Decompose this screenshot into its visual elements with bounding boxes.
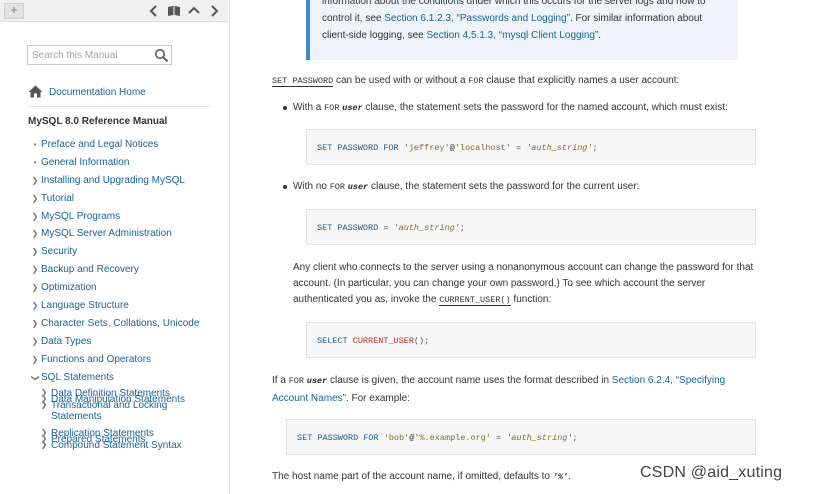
toc-item[interactable]: ❯ MySQL Server Administration xyxy=(28,225,223,243)
list-bullet xyxy=(283,106,287,110)
sidebar-scrollbar[interactable] xyxy=(229,0,230,160)
list-item-text: With no FOR user clause, the statement s… xyxy=(293,181,640,192)
chevron-right-icon[interactable]: ❯ xyxy=(31,243,39,261)
watermark: CSDN @aid_xuting xyxy=(640,464,783,481)
expand-toggle-button[interactable]: + xyxy=(4,3,24,19)
chevron-right-icon[interactable]: ❯ xyxy=(40,400,48,409)
paragraph: The host name part of the account name, … xyxy=(272,471,571,482)
toc-item[interactable]: ❯ Optimization xyxy=(28,279,223,297)
note-line: information about the conditions under w… xyxy=(322,0,706,7)
documentation-home-link[interactable]: Documentation Home xyxy=(49,85,146,100)
toc-item[interactable]: ❯ Installing and Upgrading MySQL xyxy=(28,172,223,190)
bullet-icon: • xyxy=(33,157,37,167)
toc-list: • Preface and Legal Notices • General Info… xyxy=(28,136,223,386)
note-box: information about the conditions under w… xyxy=(306,0,738,60)
chevron-right-icon[interactable]: ❯ xyxy=(31,190,39,208)
code-set-password[interactable]: SET PASSWORD xyxy=(272,76,334,87)
toc-item[interactable]: ❯ MySQL Programs xyxy=(28,208,223,226)
note-line: control it, see Section 6.1.2.3, “Passwo… xyxy=(322,13,703,24)
search-box xyxy=(27,45,172,65)
chevron-right-icon[interactable]: ❯ xyxy=(31,172,39,190)
toc-item[interactable]: • General Information xyxy=(28,154,223,172)
code-block: SET PASSWORD FOR 'jeffrey'@'localhost' =… xyxy=(306,129,756,165)
toc-item[interactable]: ❯ Language Structure xyxy=(28,297,223,315)
chevron-right-icon[interactable]: ❯ xyxy=(31,279,39,297)
code-block: SET PASSWORD = 'auth_string'; xyxy=(306,209,756,245)
link-specifying-account-names[interactable]: Section 6.2.4, “Specifying xyxy=(612,375,725,386)
documentation-home[interactable]: Documentation Home xyxy=(28,85,210,107)
chevron-right-icon[interactable]: ❯ xyxy=(31,351,39,369)
chevron-up-icon[interactable] xyxy=(186,3,202,19)
list-item-text: With a FOR user clause, the statement se… xyxy=(293,102,728,113)
search-input[interactable] xyxy=(28,46,152,64)
chevron-right-icon[interactable] xyxy=(206,3,222,19)
link-specifying-account-names[interactable]: Account Names” xyxy=(272,393,346,404)
sidebar: + Documentation Home MySQL 8.0 R xyxy=(0,0,230,494)
code-current-user[interactable]: CURRENT_USER() xyxy=(439,295,511,306)
code-block: SELECT CURRENT_USER(); xyxy=(306,322,756,358)
sidebar-toolbar: + xyxy=(0,0,228,22)
chevron-right-icon[interactable]: ❯ xyxy=(31,315,39,333)
chevron-right-icon[interactable]: ❯ xyxy=(40,440,48,449)
chevron-left-icon[interactable] xyxy=(146,3,162,19)
book-icon[interactable] xyxy=(166,3,182,19)
toc-sublist: ❯ Data Definition Statements ❯ Data Manipu… xyxy=(38,384,228,451)
toc-item[interactable]: • Preface and Legal Notices xyxy=(28,136,223,154)
chevron-right-icon[interactable]: ❯ xyxy=(31,261,39,279)
paragraph: SET PASSWORD can be used with or without… xyxy=(272,75,680,87)
toc-item[interactable]: ❯ Data Types xyxy=(28,333,223,351)
note-line: client-side logging, see Section 4.5.1.3… xyxy=(322,30,602,41)
bullet-icon: • xyxy=(33,140,37,149)
toc-subitem[interactable]: ❯ Transactional and Locking Statements xyxy=(38,400,228,424)
toc-item[interactable]: ❯ Character Sets, Collations, Unicode xyxy=(28,315,223,333)
toolbar-buttons xyxy=(146,3,222,19)
chevron-right-icon[interactable]: ❯ xyxy=(31,225,39,243)
toc-item[interactable]: ❯ Security xyxy=(28,243,223,261)
manual-title: MySQL 8.0 Reference Manual xyxy=(28,116,168,127)
toc-item[interactable]: ❯ Functions and Operators xyxy=(28,351,223,369)
link-passwords-and-logging[interactable]: Section 6.1.2.3, “Passwords and Logging” xyxy=(384,13,570,24)
paragraph: If a FOR user clause is given, the accou… xyxy=(272,375,726,404)
list-bullet xyxy=(283,185,287,189)
link-mysql-client-logging[interactable]: Section 4.5.1.3, “mysql Client Logging” xyxy=(427,30,599,41)
chevron-right-icon[interactable]: ❯ xyxy=(31,297,39,315)
toc-item[interactable]: ❯ Backup and Recovery xyxy=(28,261,223,279)
paragraph: Any client who connects to the server us… xyxy=(293,262,754,306)
chevron-right-icon[interactable]: ❯ xyxy=(31,333,39,351)
code-block: SET PASSWORD FOR 'bob'@'%.example.org' =… xyxy=(286,419,756,455)
chevron-right-icon[interactable]: ❯ xyxy=(31,208,39,226)
search-icon[interactable] xyxy=(154,48,169,63)
home-icon xyxy=(28,85,43,99)
toc-item[interactable]: ❯ Tutorial xyxy=(28,190,223,208)
main-content: information about the conditions under w… xyxy=(238,0,816,494)
